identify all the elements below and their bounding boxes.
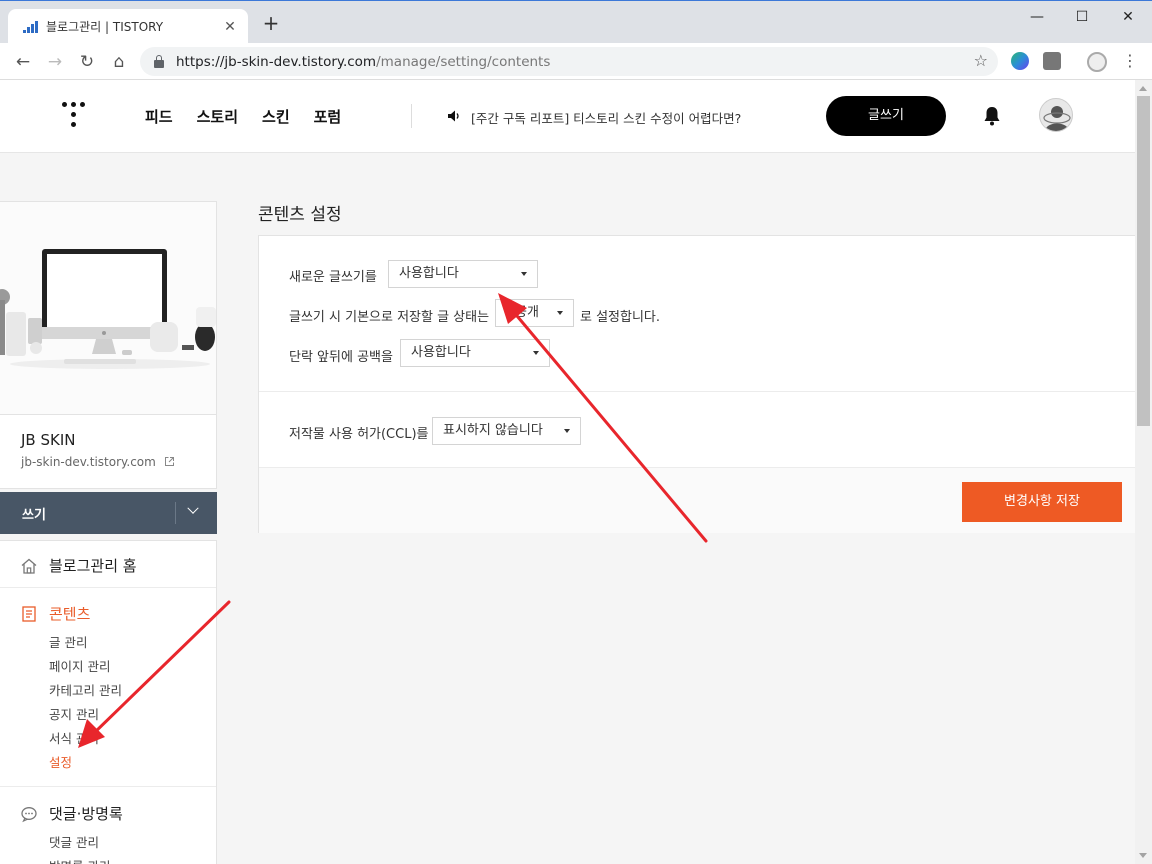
sidebar-item-comments[interactable]: 댓글·방명록 <box>20 803 123 824</box>
external-link-icon <box>164 457 174 466</box>
browser-toolbar: ← → ↻ ⌂ https://jb-skin-dev.tistory.com/… <box>0 43 1152 80</box>
nav-story[interactable]: 스토리 <box>197 106 238 127</box>
extension-chart-icon[interactable] <box>1043 52 1061 70</box>
default-status-label: 글쓰기 시 기본으로 저장할 글 상태는 <box>289 310 490 325</box>
tab-close-icon[interactable]: ✕ <box>222 19 238 35</box>
sidebar-menu: 블로그관리 홈 콘텐츠 글 관리 페이지 관리 카테고리 관리 공지 관리 서식… <box>0 540 217 864</box>
caret-down-icon <box>564 429 570 433</box>
blog-cover-image <box>0 202 216 415</box>
notice-link[interactable]: [주간 구독 리포트] 티스토리 스킨 수정이 어렵다면? <box>471 108 741 127</box>
ccl-label: 저작물 사용 허가(CCL)를 <box>289 427 429 442</box>
speech-bubble-icon <box>21 806 37 822</box>
forward-icon[interactable]: → <box>44 51 66 73</box>
nav-forum[interactable]: 포럼 <box>314 106 342 127</box>
document-icon <box>22 605 36 622</box>
panel-footer: 변경사항 저장 <box>259 467 1135 533</box>
write-bar-divider <box>175 502 176 524</box>
new-editor-label: 새로운 글쓰기를 <box>289 270 377 285</box>
tistory-favicon-icon <box>22 19 38 35</box>
scroll-up-icon[interactable] <box>1139 86 1147 91</box>
paragraph-spacing-select[interactable]: 사용합니다 <box>400 339 550 367</box>
home-icon[interactable]: ⌂ <box>108 51 130 73</box>
write-post-button[interactable]: 글쓰기 <box>826 96 946 136</box>
lock-icon <box>154 54 164 68</box>
avatar[interactable] <box>1039 98 1073 132</box>
nav-feed[interactable]: 피드 <box>145 106 173 127</box>
sidebar-sub-settings[interactable]: 설정 <box>49 752 72 771</box>
sidebar-item-home[interactable]: 블로그관리 홈 <box>20 555 137 576</box>
browser-tab[interactable]: 블로그관리 | TISTORY ✕ <box>8 9 248 44</box>
blog-profile-card: JB SKIN jb-skin-dev.tistory.com <box>0 201 217 489</box>
speaker-icon <box>448 110 459 122</box>
menu-divider <box>0 587 216 588</box>
window-close-button[interactable]: ✕ <box>1113 7 1143 27</box>
scroll-down-icon[interactable] <box>1139 853 1147 858</box>
panel-divider <box>259 391 1135 392</box>
default-status-select[interactable]: 공개 <box>495 299 574 327</box>
nav-skin[interactable]: 스킨 <box>262 106 290 127</box>
maximize-button[interactable]: ☐ <box>1067 7 1097 27</box>
menu-divider <box>0 786 216 787</box>
ccl-select[interactable]: 표시하지 않습니다 <box>432 417 581 445</box>
chevron-down-icon[interactable] <box>187 502 199 514</box>
tistory-logo-icon[interactable] <box>62 102 86 130</box>
sidebar-item-contents[interactable]: 콘텐츠 <box>20 603 90 624</box>
browser-titlebar: 블로그관리 | TISTORY ✕ + — ☐ ✕ <box>0 0 1152 44</box>
bookmark-star-icon[interactable]: ☆ <box>974 51 988 70</box>
new-editor-select[interactable]: 사용합니다 <box>388 260 538 288</box>
quick-write-bar[interactable]: 쓰기 <box>0 492 217 534</box>
new-tab-button[interactable]: + <box>260 13 282 35</box>
sidebar-sub-template-manage[interactable]: 서식 관리 <box>49 728 99 747</box>
caret-down-icon <box>533 351 539 355</box>
back-icon[interactable]: ← <box>12 51 34 73</box>
minimize-button[interactable]: — <box>1022 7 1052 27</box>
caret-down-icon <box>521 272 527 276</box>
tab-title: 블로그관리 | TISTORY <box>46 20 164 34</box>
sidebar-sub-guestbook-manage[interactable]: 방명록 관리 <box>49 856 110 864</box>
profile-icon[interactable] <box>1087 52 1107 72</box>
blog-name[interactable]: JB SKIN <box>21 431 76 449</box>
url-text: https://jb-skin-dev.tistory.com/manage/s… <box>176 53 551 70</box>
address-bar[interactable]: https://jb-skin-dev.tistory.com/manage/s… <box>140 47 998 76</box>
sidebar-sub-category-manage[interactable]: 카테고리 관리 <box>49 680 122 699</box>
default-status-suffix: 로 설정합니다. <box>580 310 661 325</box>
reload-icon[interactable]: ↻ <box>76 51 98 73</box>
page-scrollbar[interactable] <box>1135 80 1152 864</box>
settings-panel: 새로운 글쓰기를 사용합니다 글쓰기 시 기본으로 저장할 글 상태는 공개 로… <box>258 235 1135 533</box>
sidebar-sub-post-manage[interactable]: 글 관리 <box>49 632 87 651</box>
quick-write-label[interactable]: 쓰기 <box>22 504 46 523</box>
scroll-thumb[interactable] <box>1137 96 1150 426</box>
extension-icon[interactable] <box>1011 52 1029 70</box>
browser-menu-icon[interactable]: ⋮ <box>1122 51 1138 70</box>
page-title: 콘텐츠 설정 <box>258 205 342 225</box>
global-nav: 피드 스토리 스킨 포럼 <box>145 106 341 127</box>
sidebar-sub-comment-manage[interactable]: 댓글 관리 <box>49 832 99 851</box>
caret-down-icon <box>557 311 563 315</box>
bell-icon[interactable] <box>983 106 1001 126</box>
site-header: 피드 스토리 스킨 포럼 [주간 구독 리포트] 티스토리 스킨 수정이 어렵다… <box>0 80 1135 153</box>
sidebar-sub-notice-manage[interactable]: 공지 관리 <box>49 704 99 723</box>
paragraph-spacing-label: 단락 앞뒤에 공백을 <box>289 350 393 365</box>
sidebar-sub-page-manage[interactable]: 페이지 관리 <box>49 656 110 675</box>
home-icon <box>21 558 37 574</box>
blog-url-link[interactable]: jb-skin-dev.tistory.com <box>21 455 175 469</box>
save-changes-button[interactable]: 변경사항 저장 <box>962 482 1122 522</box>
header-divider <box>411 104 412 128</box>
